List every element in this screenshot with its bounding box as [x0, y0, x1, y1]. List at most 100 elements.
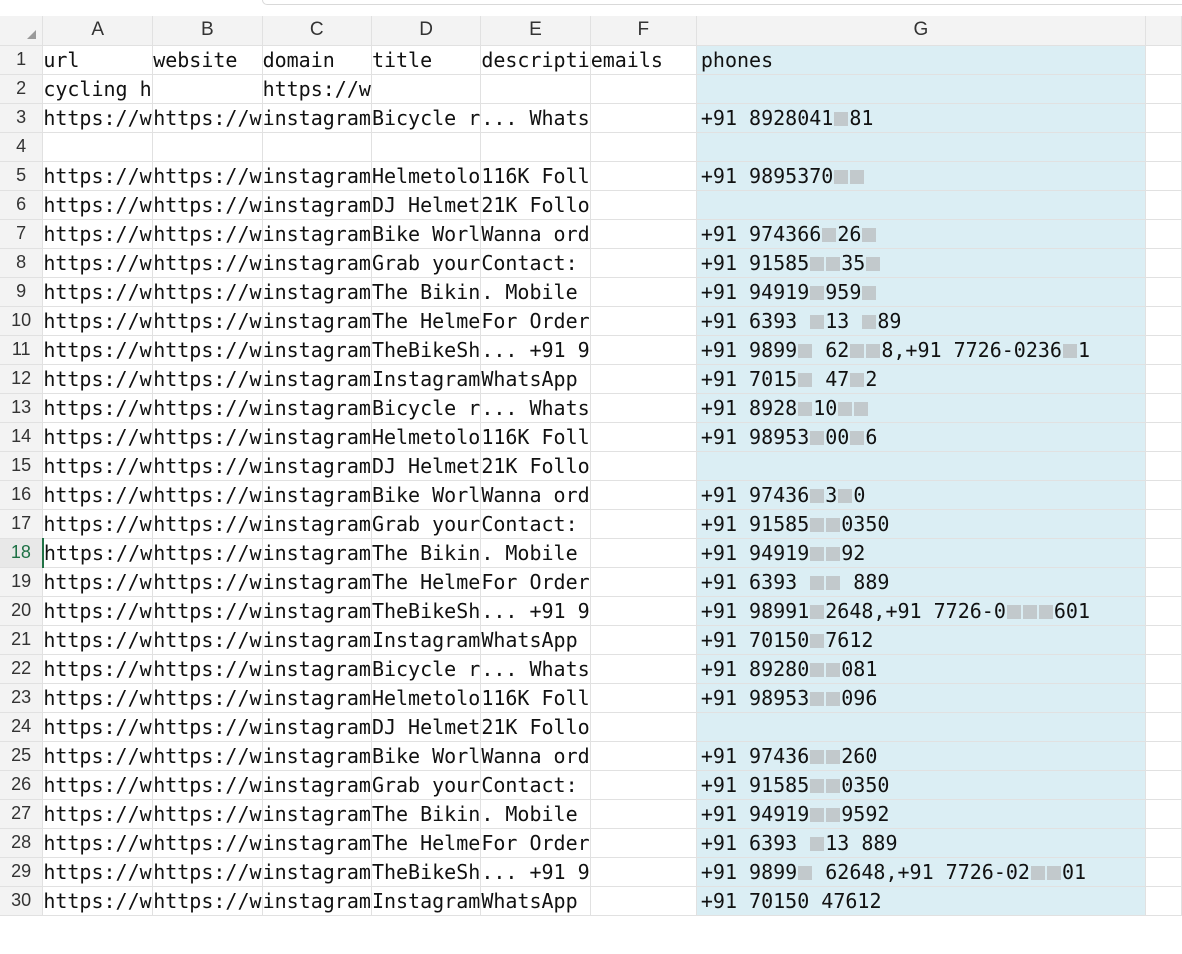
- cell-g[interactable]: +91 6393 13 889: [696, 828, 1146, 858]
- cell-b[interactable]: https://w: [152, 190, 263, 220]
- cell-g[interactable]: +91 6393 13 89: [696, 306, 1146, 336]
- cell-f[interactable]: [590, 451, 697, 481]
- row-header[interactable]: 12: [0, 364, 44, 394]
- cell-e[interactable]: Wanna ord: [480, 480, 591, 510]
- cell-b[interactable]: https://w: [152, 277, 263, 307]
- cell-a[interactable]: https://w: [42, 277, 154, 307]
- cell-e[interactable]: WhatsApp: [480, 886, 591, 916]
- cell-b[interactable]: https://w: [152, 480, 263, 510]
- column-header-a[interactable]: A: [42, 16, 154, 46]
- cell-a[interactable]: https://w: [42, 683, 154, 713]
- cell-b[interactable]: https://w: [152, 799, 263, 829]
- cell-f[interactable]: [590, 248, 697, 278]
- cell-g[interactable]: +91 8928041 81: [696, 103, 1146, 133]
- cell-g[interactable]: [696, 132, 1146, 162]
- cell-g[interactable]: +91 70150 47612: [696, 886, 1146, 916]
- cell-h[interactable]: [1145, 190, 1182, 220]
- cell-f[interactable]: [590, 364, 697, 394]
- cell-e[interactable]: ... Whats: [480, 654, 591, 684]
- cell-d[interactable]: [371, 74, 482, 104]
- row-header[interactable]: 3: [0, 103, 44, 133]
- cell-h[interactable]: [1145, 857, 1182, 887]
- cell-e[interactable]: ... +91 9: [480, 335, 591, 365]
- cell-f[interactable]: [590, 799, 697, 829]
- cell-e[interactable]: For Order: [480, 567, 591, 597]
- cell-h[interactable]: [1145, 335, 1182, 365]
- cell-b[interactable]: https://w: [152, 219, 263, 249]
- cell-f[interactable]: [590, 886, 697, 916]
- cell-a[interactable]: https://w: [42, 335, 154, 365]
- cell-h[interactable]: [1145, 509, 1182, 539]
- cell-c[interactable]: instagram: [262, 451, 372, 481]
- cell-e1[interactable]: descripti: [480, 45, 591, 75]
- row-header[interactable]: 6: [0, 190, 44, 220]
- cell-h[interactable]: [1145, 828, 1182, 858]
- column-header-f[interactable]: F: [590, 16, 697, 46]
- cell-f[interactable]: [590, 219, 697, 249]
- cell-c[interactable]: instagram: [262, 683, 372, 713]
- cell-h[interactable]: [1145, 567, 1182, 597]
- cell-a[interactable]: https://w: [42, 451, 154, 481]
- cell-a[interactable]: https://w: [42, 828, 154, 858]
- cell-d[interactable]: Grab your: [371, 248, 482, 278]
- cell-b[interactable]: https://w: [152, 683, 263, 713]
- cell-a[interactable]: https://w: [42, 770, 154, 800]
- cell-g[interactable]: [696, 74, 1146, 104]
- cell-c[interactable]: instagram: [262, 480, 372, 510]
- cell-f[interactable]: [590, 335, 697, 365]
- cell-e[interactable]: . Mobile: [480, 799, 591, 829]
- cell-c[interactable]: instagram: [262, 567, 372, 597]
- cell-e[interactable]: 116K Foll: [480, 683, 591, 713]
- column-header-d[interactable]: D: [371, 16, 482, 46]
- column-header-g[interactable]: G: [696, 16, 1146, 46]
- cell-g[interactable]: +91 974366 26: [696, 219, 1146, 249]
- row-header[interactable]: 15: [0, 451, 44, 481]
- row-header[interactable]: 24: [0, 712, 44, 742]
- cell-e[interactable]: Contact:: [480, 509, 591, 539]
- cell-h[interactable]: [1145, 654, 1182, 684]
- cell-b[interactable]: https://w: [152, 103, 263, 133]
- cell-f[interactable]: [590, 161, 697, 191]
- cell-c[interactable]: instagram: [262, 828, 372, 858]
- cell-e[interactable]: . Mobile: [480, 538, 591, 568]
- cell-b[interactable]: https://w: [152, 306, 263, 336]
- cell-e[interactable]: ... Whats: [480, 393, 591, 423]
- cell-d[interactable]: Grab your: [371, 509, 482, 539]
- cell-a[interactable]: [42, 132, 154, 162]
- cell-a[interactable]: https://w: [42, 712, 154, 742]
- cell-a[interactable]: https://w: [42, 538, 154, 568]
- cell-e[interactable]: ... Whats: [480, 103, 591, 133]
- cell-d[interactable]: Helmetolo: [371, 161, 482, 191]
- cell-d[interactable]: Helmetolo: [371, 422, 482, 452]
- row-header[interactable]: 29: [0, 857, 44, 887]
- cell-h[interactable]: [1145, 683, 1182, 713]
- column-header-c[interactable]: C: [262, 16, 372, 46]
- cell-g[interactable]: +91 9895370: [696, 161, 1146, 191]
- cell-c[interactable]: instagram: [262, 306, 372, 336]
- cell-a[interactable]: https://w: [42, 161, 154, 191]
- cell-d[interactable]: The Helme: [371, 306, 482, 336]
- row-header[interactable]: 10: [0, 306, 44, 336]
- cell-f[interactable]: [590, 190, 697, 220]
- cell-a[interactable]: cycling h: [42, 74, 154, 104]
- cell-c[interactable]: https://w: [262, 74, 372, 104]
- cell-h[interactable]: [1145, 74, 1182, 104]
- cell-c[interactable]: instagram: [262, 509, 372, 539]
- cell-d[interactable]: Bike Worl: [371, 741, 482, 771]
- cell-b[interactable]: https://w: [152, 248, 263, 278]
- cell-h[interactable]: [1145, 306, 1182, 336]
- cell-f[interactable]: [590, 306, 697, 336]
- row-header[interactable]: 18: [0, 538, 44, 568]
- cell-e[interactable]: 21K Follo: [480, 451, 591, 481]
- cell-g[interactable]: +91 91585 0350: [696, 770, 1146, 800]
- cell-c[interactable]: instagram: [262, 741, 372, 771]
- cell-d[interactable]: The Bikin: [371, 538, 482, 568]
- row-header[interactable]: 30: [0, 886, 44, 916]
- cell-d[interactable]: Bike Worl: [371, 480, 482, 510]
- cell-b[interactable]: https://w: [152, 364, 263, 394]
- cell-f[interactable]: [590, 132, 697, 162]
- cell-c[interactable]: instagram: [262, 335, 372, 365]
- cell-a[interactable]: https://w: [42, 596, 154, 626]
- cell-e[interactable]: For Order: [480, 306, 591, 336]
- cell-d[interactable]: [371, 132, 482, 162]
